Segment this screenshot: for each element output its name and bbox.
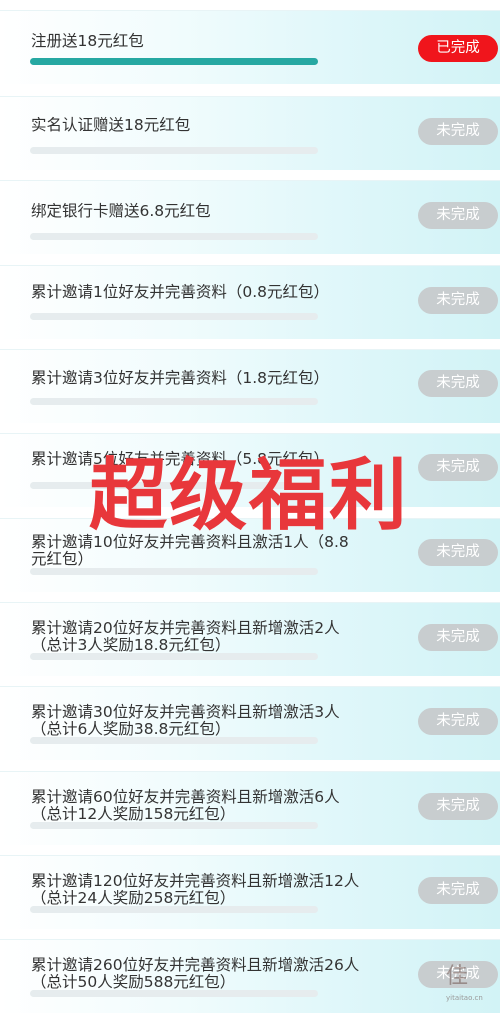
task-title: 注册送18元红包 bbox=[31, 32, 144, 50]
task-status-pending-button[interactable]: 未完成 bbox=[418, 708, 498, 735]
task-title: 累计邀请30位好友并完善资料且新增激活3人（总计6人奖励38.8元红包） bbox=[31, 703, 340, 738]
task-title: 累计邀请1位好友并完善资料（0.8元红包） bbox=[31, 283, 330, 301]
task-row: 累计邀请260位好友并完善资料且新增激活26人（总计50人奖励588元红包） 未完… bbox=[0, 939, 500, 1013]
task-status-pending-button[interactable]: 未完成 bbox=[418, 539, 498, 566]
task-status-pending-button[interactable]: 未完成 bbox=[418, 793, 498, 820]
task-progress-bar bbox=[30, 233, 318, 240]
task-progress-bar bbox=[30, 313, 318, 320]
task-row: 实名认证赠送18元红包 未完成 bbox=[0, 96, 500, 170]
task-row: 绑定银行卡赠送6.8元红包 未完成 bbox=[0, 180, 500, 254]
watermark-seal-icon: 佳 bbox=[445, 964, 468, 989]
task-status-pending-button[interactable]: 未完成 bbox=[418, 287, 498, 314]
task-progress-bar bbox=[30, 568, 318, 575]
task-status-completed-badge[interactable]: 已完成 bbox=[418, 35, 498, 62]
task-progress-bar bbox=[30, 147, 318, 154]
task-title: 累计邀请20位好友并完善资料且新增激活2人（总计3人奖励18.8元红包） bbox=[31, 619, 340, 654]
task-status-pending-button[interactable]: 未完成 bbox=[418, 877, 498, 904]
watermark-text: yitaitao.cn bbox=[446, 994, 483, 1002]
task-row: 累计邀请30位好友并完善资料且新增激活3人（总计6人奖励38.8元红包） 未完成 bbox=[0, 686, 500, 760]
task-progress-bar bbox=[30, 822, 318, 829]
task-progress-bar bbox=[30, 990, 318, 997]
task-row: 累计邀请60位好友并完善资料且新增激活6人（总计12人奖励158元红包） 未完成 bbox=[0, 771, 500, 845]
task-status-pending-button[interactable]: 未完成 bbox=[418, 454, 498, 481]
task-status-pending-button[interactable]: 未完成 bbox=[418, 202, 498, 229]
task-row: 累计邀请1位好友并完善资料（0.8元红包） 未完成 bbox=[0, 265, 500, 339]
task-title: 累计邀请120位好友并完善资料且新增激活12人（总计24人奖励258元红包） bbox=[31, 872, 360, 907]
task-progress-bar bbox=[30, 906, 318, 913]
task-row: 累计邀请120位好友并完善资料且新增激活12人（总计24人奖励258元红包） 未完… bbox=[0, 855, 500, 929]
task-row: 累计邀请3位好友并完善资料（1.8元红包） 未完成 bbox=[0, 349, 500, 423]
task-progress-fill bbox=[30, 58, 318, 65]
task-title: 累计邀请260位好友并完善资料且新增激活26人（总计50人奖励588元红包） bbox=[31, 956, 360, 991]
task-title: 累计邀请60位好友并完善资料且新增激活6人（总计12人奖励158元红包） bbox=[31, 788, 340, 823]
task-row: 累计邀请20位好友并完善资料且新增激活2人（总计3人奖励18.8元红包） 未完成 bbox=[0, 602, 500, 676]
task-title: 绑定银行卡赠送6.8元红包 bbox=[31, 202, 211, 220]
promo-overlay-text: 超级福利 bbox=[88, 451, 409, 541]
task-title: 累计邀请3位好友并完善资料（1.8元红包） bbox=[31, 369, 330, 387]
task-title: 实名认证赠送18元红包 bbox=[31, 116, 191, 134]
task-status-pending-button[interactable]: 未完成 bbox=[418, 118, 498, 145]
task-progress-bar bbox=[30, 737, 318, 744]
task-row: 注册送18元红包 已完成 bbox=[0, 10, 500, 84]
task-progress-bar bbox=[30, 653, 318, 660]
task-progress-bar bbox=[30, 398, 318, 405]
task-status-pending-button[interactable]: 未完成 bbox=[418, 624, 498, 651]
task-status-pending-button[interactable]: 未完成 bbox=[418, 370, 498, 397]
task-progress-bar bbox=[30, 58, 318, 65]
